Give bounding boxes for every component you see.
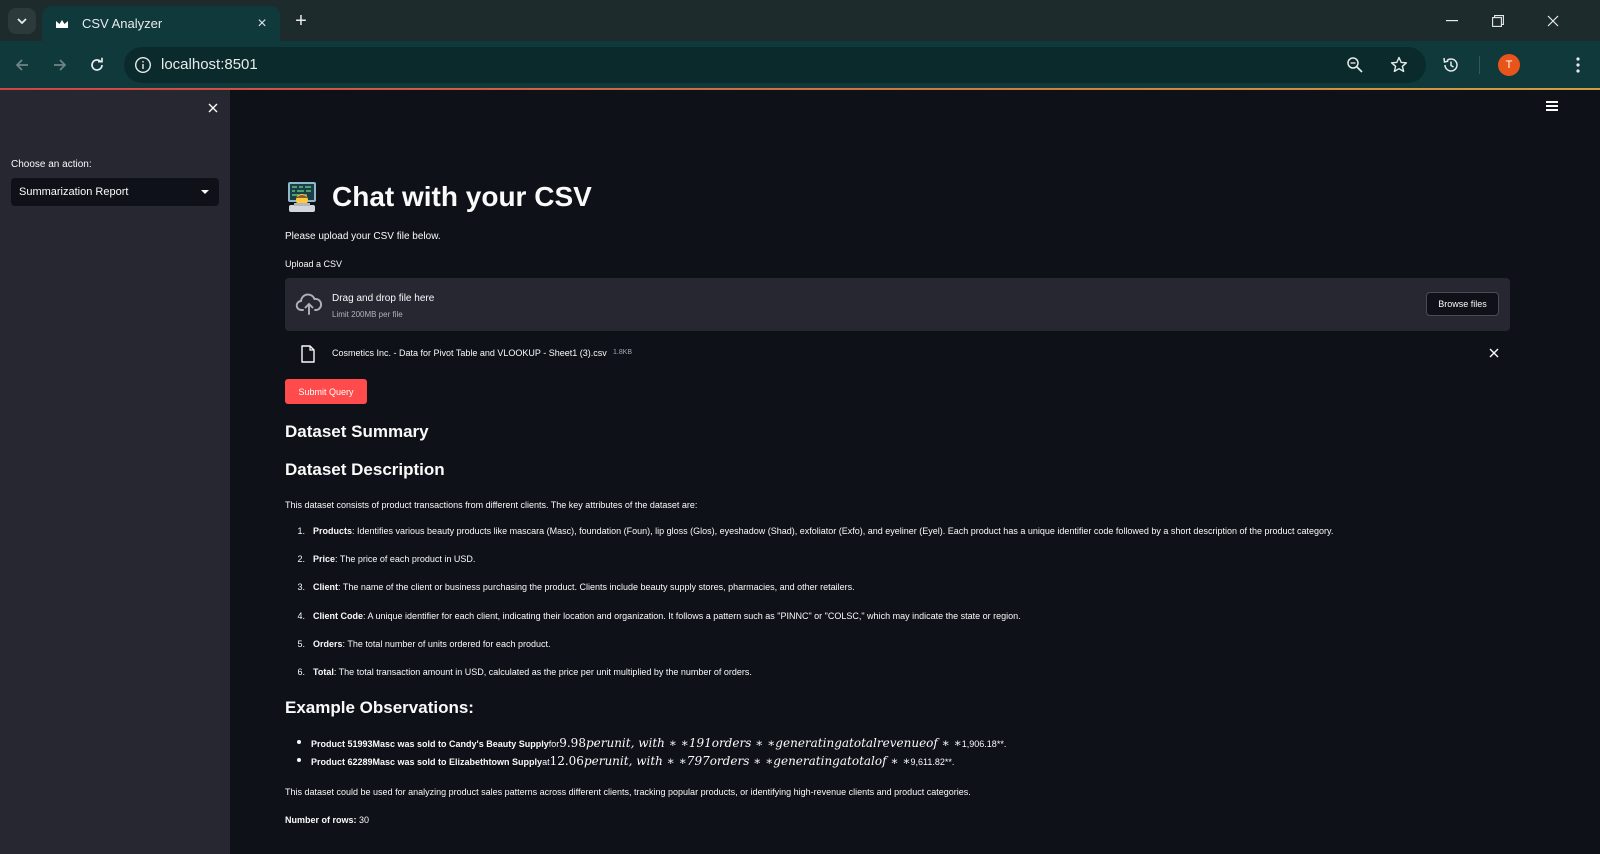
chevron-down-icon — [17, 18, 27, 24]
action-select-value: Summarization Report — [19, 186, 129, 198]
technologist-emoji-icon — [288, 182, 316, 212]
close-window-button[interactable] — [1530, 0, 1576, 41]
close-tab-icon[interactable]: × — [252, 14, 272, 34]
restore-icon — [1492, 14, 1504, 27]
url-text: localhost:8501 — [161, 56, 258, 73]
restore-button[interactable] — [1475, 0, 1521, 41]
attribute-item: 3. Client: The name of the client or busi… — [297, 582, 855, 592]
submit-query-button[interactable]: Submit Query — [285, 379, 367, 404]
forward-button[interactable] — [46, 51, 74, 79]
observation-item: Product 51993Masc was sold to Candy's Be… — [285, 736, 1006, 750]
attribute-item: 4. Client Code: A unique identifier for e… — [297, 611, 1021, 621]
dropzone-title: Drag and drop file here — [332, 293, 435, 304]
zoom-icon[interactable] — [1345, 55, 1365, 75]
uploaded-file-row: Cosmetics Inc. - Data for Pivot Table an… — [285, 343, 1510, 367]
history-icon[interactable] — [1441, 55, 1461, 75]
back-button[interactable] — [8, 51, 36, 79]
caret-down-icon — [201, 190, 209, 194]
toolbar-divider — [1479, 56, 1480, 74]
browse-files-button[interactable]: Browse files — [1426, 292, 1499, 316]
file-icon — [301, 345, 315, 363]
url-bar[interactable]: localhost:8501 — [124, 47, 1426, 83]
sidebar: Choose an action: Summarization Report — [0, 90, 230, 854]
browser-tab[interactable]: CSV Analyzer × — [42, 6, 280, 41]
minimize-icon — [1446, 19, 1458, 21]
uploaded-file-name: Cosmetics Inc. - Data for Pivot Table an… — [332, 348, 607, 358]
bullet-dot — [297, 740, 301, 744]
hamburger-menu-icon[interactable] — [1546, 101, 1558, 111]
remove-file-icon[interactable] — [1486, 345, 1502, 361]
upload-prompt: Please upload your CSV file below. — [285, 231, 441, 242]
example-observations-heading: Example Observations: — [285, 698, 474, 717]
attribute-item: 6. Total: The total transaction amount in… — [297, 667, 752, 677]
arrow-left-icon — [15, 59, 28, 71]
uploaded-file-size: 1.8KB — [613, 349, 633, 356]
attribute-item: 2. Price: The price of each product in US… — [297, 554, 476, 564]
main-content: Chat with your CSV Please upload your CS… — [230, 90, 1600, 854]
tab-title: CSV Analyzer — [82, 16, 163, 31]
action-select[interactable]: Summarization Report — [11, 178, 219, 206]
attribute-item: 1. Products: Identifies various beauty pr… — [297, 526, 1334, 536]
crown-icon — [54, 16, 70, 32]
page-title: Chat with your CSV — [285, 180, 592, 214]
site-info-icon[interactable] — [134, 56, 152, 74]
browser-tab-bar: CSV Analyzer × + — [0, 0, 1600, 41]
dataset-description-heading: Dataset Description — [285, 460, 445, 479]
reload-button[interactable] — [83, 51, 111, 79]
reload-icon — [91, 57, 103, 71]
profile-avatar[interactable]: T — [1498, 54, 1520, 76]
upload-label: Upload a CSV — [285, 259, 343, 269]
more-menu-icon[interactable] — [1568, 55, 1588, 75]
arrow-right-icon — [54, 59, 67, 71]
cloud-upload-icon — [295, 293, 323, 315]
new-tab-button[interactable]: + — [288, 8, 314, 34]
close-icon — [1547, 15, 1559, 26]
choose-action-label: Choose an action: — [11, 159, 92, 170]
attribute-item: 5. Orders: The total number of units orde… — [297, 639, 551, 649]
minimize-button[interactable] — [1429, 0, 1475, 41]
file-dropzone[interactable]: Drag and drop file here Limit 200MB per … — [285, 278, 1510, 331]
dataset-closing: This dataset could be used for analyzing… — [285, 787, 971, 797]
dataset-summary-heading: Dataset Summary — [285, 422, 429, 441]
page-title-text: Chat with your CSV — [332, 181, 592, 212]
address-bar-row: localhost:8501 — [0, 41, 1600, 89]
star-icon[interactable] — [1389, 55, 1409, 75]
observation-item: Product 62289Masc was sold to Elizabetht… — [285, 754, 954, 768]
tab-search-button[interactable] — [8, 8, 36, 34]
dataset-intro: This dataset consists of product transac… — [285, 500, 698, 510]
bullet-dot — [297, 758, 301, 762]
row-count: Number of rows: 30 — [285, 815, 370, 825]
dropzone-limit: Limit 200MB per file — [332, 310, 403, 319]
close-sidebar-icon[interactable] — [205, 100, 221, 116]
